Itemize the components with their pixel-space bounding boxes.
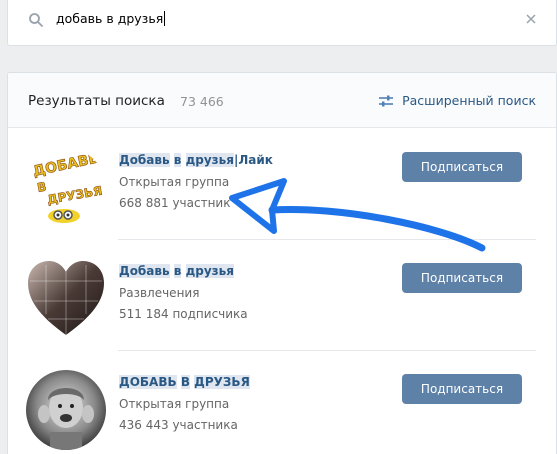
search-query-text: добавь в друзья	[56, 11, 164, 26]
subscribe-button[interactable]: Подписаться	[402, 152, 522, 182]
advanced-search-link[interactable]: Расширенный поиск	[378, 93, 536, 108]
name-highlight: Добавь	[119, 153, 170, 167]
list-item: ДОБАВЬ В ДРУЗЬЯ Добавь в друзья|Лайк Отк…	[8, 129, 556, 240]
search-results: Результаты поиска 73 466 Расширенный пои…	[7, 72, 557, 454]
group-avatar[interactable]: ДОБАВЬ В ДРУЗЬЯ	[26, 148, 106, 228]
results-header: Результаты поиска 73 466 Расширенный пои…	[8, 73, 556, 128]
group-members: 436 443 участника	[119, 418, 238, 432]
group-members: 668 881 участник	[119, 196, 231, 210]
search-icon	[29, 13, 43, 27]
group-category: Открытая группа	[119, 397, 230, 411]
name-space	[181, 264, 185, 278]
heart-avatar-image	[28, 261, 104, 335]
close-icon[interactable]	[524, 12, 538, 26]
list-item: Добавь в друзья Развлечения 511 184 подп…	[8, 240, 556, 351]
subscribe-button[interactable]: Подписаться	[402, 263, 522, 293]
group-category: Развлечения	[119, 286, 200, 300]
name-suffix: |Лайк	[233, 153, 273, 167]
avatar-image: ДОБАВЬ В ДРУЗЬЯ	[26, 148, 106, 228]
name-highlight: Добавь	[119, 264, 170, 278]
name-highlight: друзья	[185, 264, 234, 278]
name-highlight: ДОБАВЬ	[119, 375, 177, 389]
child-photo-avatar	[26, 370, 106, 450]
results-count: 73 466	[180, 94, 224, 109]
group-avatar[interactable]	[26, 259, 106, 339]
group-name-link[interactable]: Добавь в друзья|Лайк	[119, 153, 273, 167]
group-members: 511 184 подписчика	[119, 307, 248, 321]
name-highlight: ДРУЗЬЯ	[194, 375, 250, 389]
search-input[interactable]: добавь в друзья	[56, 11, 166, 26]
group-category: Открытая группа	[119, 175, 230, 189]
search-bar[interactable]: добавь в друзья	[7, 0, 557, 46]
advanced-search-label: Расширенный поиск	[402, 93, 536, 108]
subscribe-button[interactable]: Подписаться	[402, 374, 522, 404]
group-avatar[interactable]	[26, 370, 106, 450]
name-space	[181, 153, 185, 167]
name-highlight: В	[180, 375, 190, 389]
results-title: Результаты поиска	[28, 93, 165, 109]
group-name-link[interactable]: Добавь в друзья	[119, 264, 234, 278]
text-cursor	[164, 11, 166, 26]
name-highlight: друзья	[185, 153, 234, 167]
group-name-link[interactable]: ДОБАВЬ В ДРУЗЬЯ	[119, 375, 250, 389]
filter-sliders-icon	[379, 95, 394, 106]
list-item: ДОБАВЬ В ДРУЗЬЯ Открытая группа 436 443 …	[8, 351, 556, 454]
